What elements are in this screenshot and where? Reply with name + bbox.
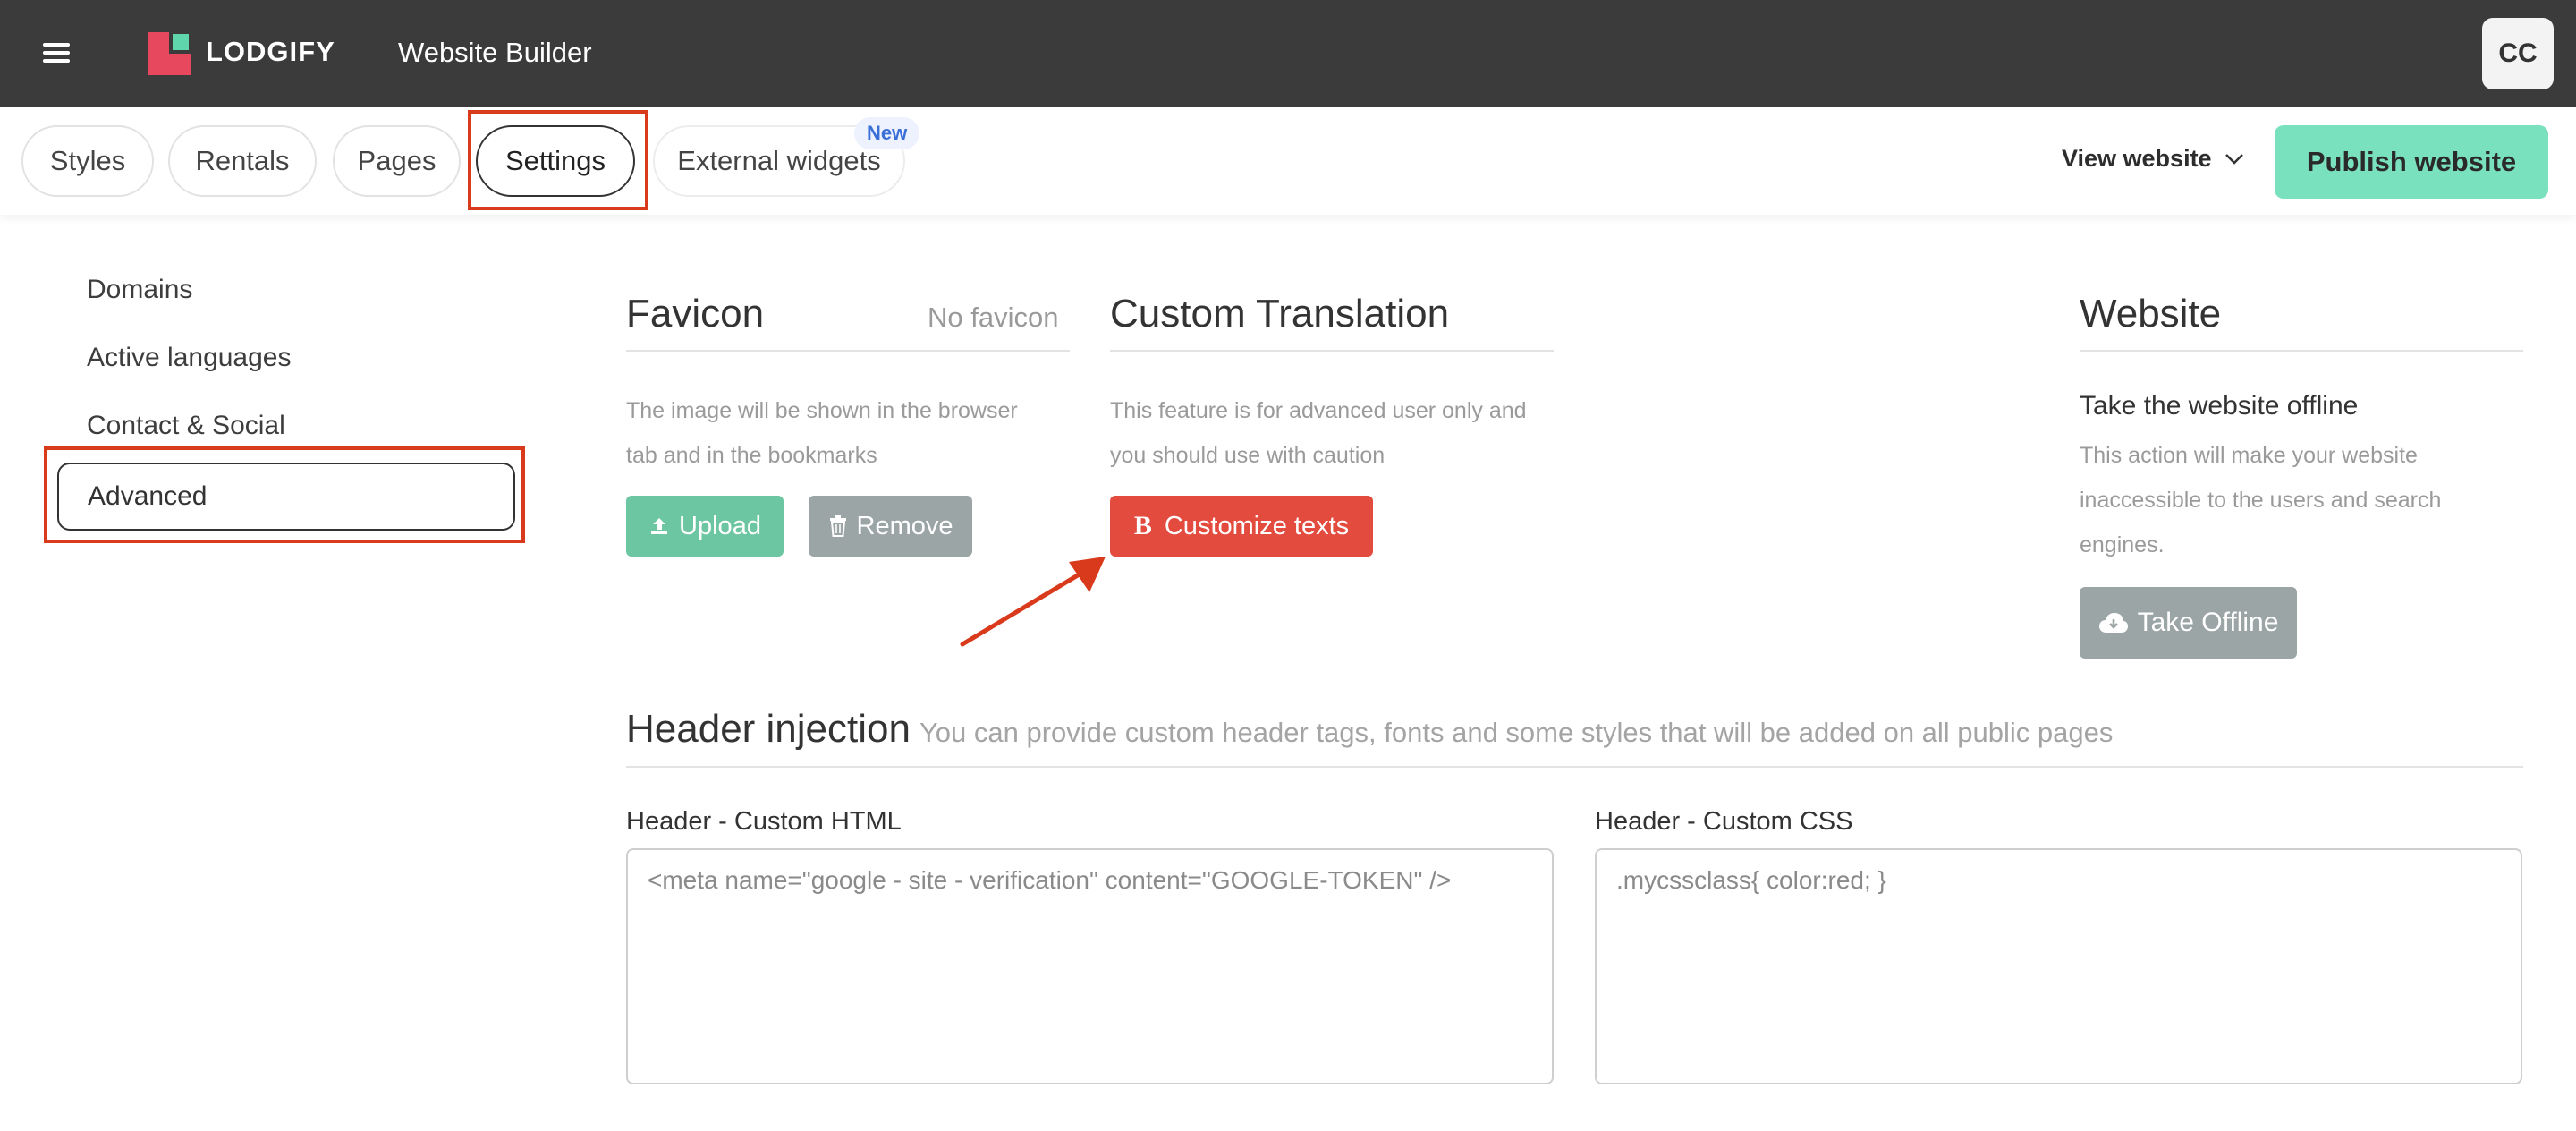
upload-label: Upload bbox=[679, 511, 761, 540]
publish-website-button[interactable]: Publish website bbox=[2275, 125, 2548, 199]
favicon-title: Favicon bbox=[626, 292, 765, 336]
upload-icon bbox=[651, 518, 668, 534]
app-title: Website Builder bbox=[398, 37, 592, 68]
take-offline-heading: Take the website offline bbox=[2080, 391, 2359, 421]
annotation-settings-highlight bbox=[468, 110, 648, 210]
remove-label: Remove bbox=[856, 511, 953, 540]
favicon-divider bbox=[626, 350, 1070, 352]
tab-bar: Styles Rentals Pages Settings External w… bbox=[0, 107, 2576, 215]
sidebar-item-active-languages[interactable]: Active languages bbox=[87, 343, 292, 373]
custom-html-label: Header - Custom HTML bbox=[626, 807, 902, 836]
header-injection-heading: Header injection bbox=[626, 707, 911, 751]
favicon-status: No favicon bbox=[928, 302, 1059, 333]
view-website-dropdown[interactable]: View website bbox=[2062, 145, 2244, 173]
take-offline-label: Take Offline bbox=[2137, 608, 2279, 637]
website-divider bbox=[2080, 350, 2523, 352]
header-injection-title: Header injection You can provide custom h… bbox=[626, 707, 2113, 752]
custom-html-input[interactable] bbox=[626, 848, 1554, 1084]
lodgify-logo-icon bbox=[148, 32, 191, 75]
website-title: Website bbox=[2080, 292, 2222, 336]
user-avatar[interactable]: CC bbox=[2482, 18, 2554, 89]
tab-pages[interactable]: Pages bbox=[333, 125, 461, 197]
custom-css-label: Header - Custom CSS bbox=[1595, 807, 1853, 836]
annotation-arrow bbox=[960, 557, 1106, 647]
customize-texts-label: Customize texts bbox=[1164, 511, 1350, 540]
annotation-advanced-highlight bbox=[44, 446, 525, 543]
brand-name: LODGIFY bbox=[206, 36, 335, 67]
bold-icon: B bbox=[1133, 511, 1152, 540]
translation-divider bbox=[1110, 350, 1554, 352]
view-website-label: View website bbox=[2062, 145, 2212, 172]
sidebar-item-domains[interactable]: Domains bbox=[87, 275, 192, 305]
upload-button[interactable]: Upload bbox=[626, 496, 784, 557]
translation-description: This feature is for advanced user only a… bbox=[1110, 398, 1527, 468]
cloud-download-icon bbox=[2098, 613, 2128, 633]
menu-icon[interactable] bbox=[43, 43, 70, 63]
website-offline-description: This action will make your website inacc… bbox=[2080, 443, 2442, 557]
sidebar-item-contact-social[interactable]: Contact & Social bbox=[87, 411, 285, 441]
tab-rentals[interactable]: Rentals bbox=[168, 125, 317, 197]
new-badge: New bbox=[854, 117, 920, 149]
tab-styles[interactable]: Styles bbox=[21, 125, 154, 197]
header-injection-divider bbox=[626, 766, 2523, 768]
header-injection-subtitle: You can provide custom header tags, font… bbox=[919, 717, 2114, 748]
top-bar: LODGIFY Website Builder CC bbox=[0, 0, 2576, 107]
favicon-description: The image will be shown in the browser t… bbox=[626, 398, 1018, 468]
chevron-down-icon bbox=[2224, 153, 2243, 165]
custom-translation-title: Custom Translation bbox=[1110, 292, 1450, 336]
trash-icon bbox=[829, 515, 846, 537]
custom-css-input[interactable] bbox=[1595, 848, 2522, 1084]
take-offline-button[interactable]: Take Offline bbox=[2080, 587, 2297, 659]
customize-texts-button[interactable]: B Customize texts bbox=[1110, 496, 1373, 557]
